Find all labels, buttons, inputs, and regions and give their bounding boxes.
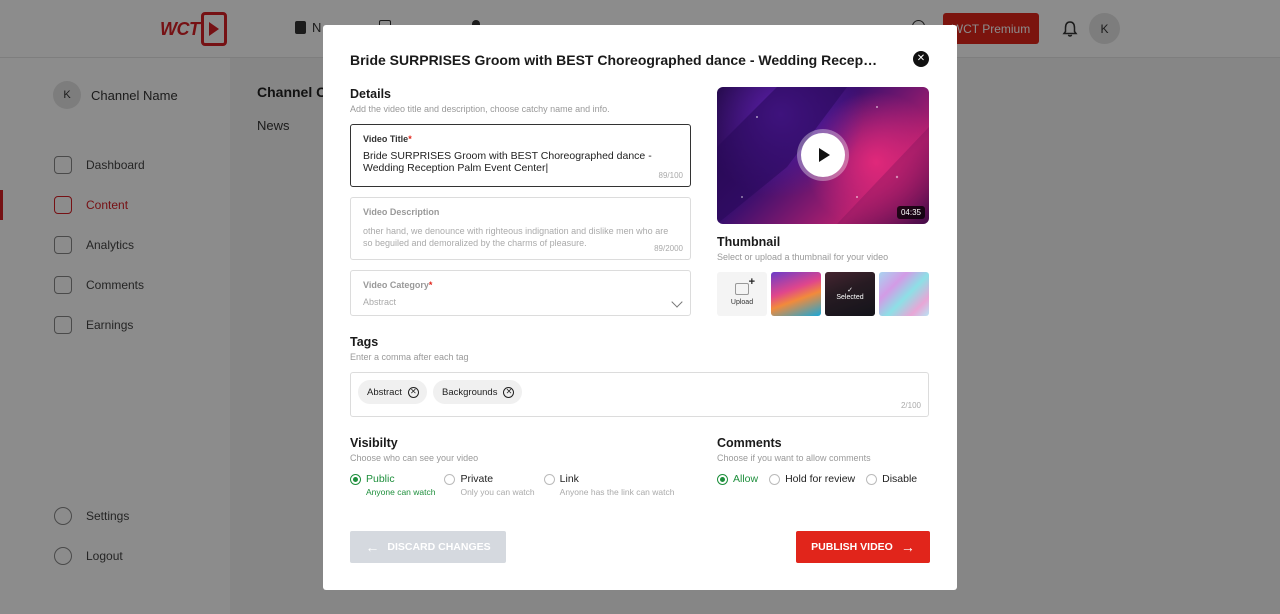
video-category-value: Abstract	[363, 297, 397, 307]
arrow-left-icon: ←	[365, 539, 380, 555]
video-title-field[interactable]: Video Title* Bride SURPRISES Groom with …	[350, 124, 691, 187]
video-description-field[interactable]: Video Description other hand, we denounc…	[350, 197, 691, 260]
video-category-label: Video Category*	[363, 280, 433, 290]
visibility-link-radio[interactable]: Link Anyone has the link can watch	[543, 473, 675, 497]
radio-label: Hold for review	[785, 473, 856, 485]
radio-label: Disable	[882, 473, 918, 485]
radio-selected-icon	[717, 474, 728, 485]
video-category-select[interactable]: Video Category* Abstract	[350, 270, 691, 316]
close-icon[interactable]: ✕	[913, 51, 929, 67]
video-title-input[interactable]: Bride SURPRISES Groom with BEST Choreogr…	[363, 150, 673, 174]
radio-sub: Only you can watch	[460, 487, 535, 497]
check-icon: ✓	[847, 287, 853, 294]
visibility-heading: Visibilty	[350, 436, 398, 450]
arrow-right-icon: →	[900, 539, 915, 555]
comments-disable-radio[interactable]: Disable	[866, 473, 917, 485]
radio-sub: Anyone has the link can watch	[559, 487, 675, 497]
radio-label: Link	[559, 473, 579, 485]
details-heading: Details	[350, 87, 391, 101]
video-title-label: Video Title*	[363, 134, 412, 144]
details-subtitle: Add the video title and description, cho…	[350, 104, 610, 114]
thumbnail-heading: Thumbnail	[717, 235, 781, 249]
publish-video-button[interactable]: PUBLISH VIDEO →	[796, 531, 930, 563]
upload-label: Upload	[730, 298, 754, 306]
play-icon	[819, 148, 830, 162]
thumbnail-option-3[interactable]	[879, 272, 929, 316]
radio-sub: Anyone can watch	[366, 487, 436, 497]
tags-input[interactable]: Abstract ✕ Backgrounds ✕ 2/100	[350, 372, 929, 417]
tags-counter: 2/100	[900, 401, 921, 410]
selected-badge: ✓ Selected	[825, 286, 875, 301]
video-title-counter: 89/100	[658, 171, 683, 180]
thumbnail-subtitle: Select or upload a thumbnail for your vi…	[717, 252, 889, 262]
modal-title: Bride SURPRISES Groom with BEST Choreogr…	[350, 52, 880, 68]
plus-icon: +	[748, 276, 755, 288]
discard-label: DISCARD CHANGES	[387, 541, 491, 553]
remove-tag-icon[interactable]: ✕	[407, 386, 419, 398]
comments-heading: Comments	[717, 436, 782, 450]
visibility-options: Public Anyone can watch Private Only you…	[350, 473, 674, 497]
thumbnail-option-2[interactable]: ✓ Selected	[825, 272, 875, 316]
radio-label: Public	[366, 473, 395, 485]
video-description-input[interactable]: other hand, we denounce with righteous i…	[363, 225, 673, 249]
radio-icon	[866, 474, 878, 485]
comments-options: Allow Hold for review Disable	[717, 473, 917, 485]
comments-hold-radio[interactable]: Hold for review	[769, 473, 855, 485]
visibility-subtitle: Choose who can see your video	[350, 453, 479, 463]
visibility-private-radio[interactable]: Private Only you can watch	[444, 473, 535, 497]
radio-icon	[444, 474, 456, 485]
tag-chip: Abstract ✕	[358, 380, 427, 404]
comments-subtitle: Choose if you want to allow comments	[717, 453, 871, 463]
radio-selected-icon	[350, 474, 361, 485]
publish-label: PUBLISH VIDEO	[811, 541, 893, 553]
visibility-public-radio[interactable]: Public Anyone can watch	[350, 473, 435, 497]
selected-label: Selected	[836, 294, 864, 301]
comments-allow-radio[interactable]: Allow	[717, 473, 758, 485]
chevron-down-icon	[671, 296, 683, 308]
tag-label: Backgrounds	[442, 386, 498, 398]
edit-video-modal: Bride SURPRISES Groom with BEST Choreogr…	[323, 25, 957, 590]
video-preview[interactable]: 04:35	[717, 87, 929, 224]
tag-label: Abstract	[367, 386, 402, 398]
radio-label: Allow	[733, 473, 759, 485]
video-description-label: Video Description	[363, 207, 440, 217]
video-description-counter: 89/2000	[654, 244, 683, 253]
thumbnail-list: + Upload ✓ Selected	[717, 272, 929, 316]
image-icon	[735, 282, 749, 295]
thumbnail-option-1[interactable]	[771, 272, 821, 316]
play-button[interactable]	[801, 133, 845, 177]
radio-icon	[769, 474, 781, 485]
upload-thumbnail-button[interactable]: + Upload	[717, 272, 767, 316]
tags-subtitle: Enter a comma after each tag	[350, 352, 469, 362]
remove-tag-icon[interactable]: ✕	[503, 386, 515, 398]
tag-chip: Backgrounds ✕	[433, 380, 523, 404]
radio-label: Private	[460, 473, 494, 485]
radio-icon	[543, 474, 555, 485]
video-duration: 04:35	[896, 206, 925, 219]
tags-heading: Tags	[350, 335, 379, 349]
discard-changes-button[interactable]: ← DISCARD CHANGES	[350, 531, 506, 563]
